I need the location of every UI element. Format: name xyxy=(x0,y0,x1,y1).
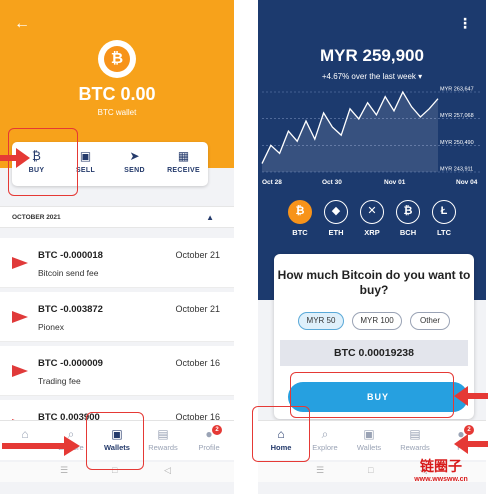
recent-apps-icon[interactable]: ☰ xyxy=(60,465,68,476)
send-arrow-icon xyxy=(12,257,28,269)
amount-option-myr-50[interactable]: MYR 50 xyxy=(298,312,344,330)
annotation-arrow-right xyxy=(2,436,82,456)
transaction-amount: BTC -0.000009 xyxy=(38,358,103,369)
portfolio-balance: MYR 259,900 xyxy=(320,46,424,65)
nav-rewards[interactable]: ▤ Rewards xyxy=(392,427,438,452)
price-chart: MYR 263,647 MYR 257,068 MYR 250,490 MYR 243… xyxy=(261,87,482,186)
btc-balance: BTC 0.00 xyxy=(78,84,156,104)
month-label: OCTOBER 2021 xyxy=(12,214,61,221)
coin-label: BCH xyxy=(399,228,417,237)
weekly-change[interactable]: +4.67% over the last week ▾ xyxy=(258,72,486,81)
coin-ltc[interactable]: Ł LTC xyxy=(427,200,461,237)
highlight-wallets-tab xyxy=(86,412,144,470)
transaction-date: October 16 xyxy=(175,358,220,368)
back-button-icon[interactable]: ◁ xyxy=(164,465,171,476)
profile-icon: ● xyxy=(205,427,213,441)
transaction-row[interactable]: BTC -0.000009 Trading fee October 16 xyxy=(0,346,234,396)
nav-label: Rewards xyxy=(400,443,430,452)
recent-apps-icon[interactable]: ☰ xyxy=(316,465,324,476)
receive-label: RECEIVE xyxy=(167,167,200,174)
coin-bch[interactable]: ₿ BCH xyxy=(391,200,425,237)
coin-label: LTC xyxy=(436,228,452,237)
send-label: SEND xyxy=(124,167,145,174)
ethereum-icon: ◆ xyxy=(324,200,348,224)
nav-label: Rewards xyxy=(148,443,178,452)
transaction-description: Trading fee xyxy=(38,376,81,386)
bitcoin-cash-icon: ₿ xyxy=(396,200,420,224)
highlight-home-tab xyxy=(252,406,310,462)
transaction-date: October 21 xyxy=(175,304,220,314)
buy-question: How much Bitcoin do you want to buy? xyxy=(277,268,471,297)
chart-y-tick-label: MYR 243,911 xyxy=(440,167,473,173)
coin-xrp[interactable]: ✕ XRP xyxy=(355,200,389,237)
litecoin-icon: Ł xyxy=(432,200,456,224)
chart-x-tick-label: Nov 04 xyxy=(456,179,478,186)
more-options-icon[interactable]: ⋮ xyxy=(458,16,472,30)
transaction-amount: BTC -0.003872 xyxy=(38,304,103,315)
site-watermark: 链圈子 www.wwsww.cn xyxy=(414,458,468,483)
send-arrow-icon xyxy=(12,365,28,377)
wallet-icon: ▣ xyxy=(363,427,375,441)
amount-option-myr-100[interactable]: MYR 100 xyxy=(352,312,402,330)
qr-code-icon: ▦ xyxy=(177,149,190,163)
coin-selector: ₿ BTC ◆ ETH ✕ XRP ₿ BCH Ł LTC xyxy=(258,200,486,242)
coin-label: BTC xyxy=(292,228,308,237)
nav-label: Profile xyxy=(198,443,220,452)
month-section-header[interactable]: OCTOBER 2021 ▲ xyxy=(0,206,234,228)
transaction-row[interactable]: BTC -0.003872 Pionex October 21 xyxy=(0,292,234,342)
receive-action-button[interactable]: ▦ RECEIVE xyxy=(159,148,208,174)
wallet-subtitle: BTC wallet xyxy=(97,108,137,117)
bitcoin-icon: ₿ xyxy=(288,200,312,224)
annotation-arrow-left xyxy=(454,386,488,406)
chart-x-tick-label: Nov 01 xyxy=(384,179,406,186)
coin-btc[interactable]: ₿ BTC xyxy=(283,200,317,237)
home-icon: ⌂ xyxy=(21,427,29,441)
home-button-icon[interactable]: □ xyxy=(368,465,373,475)
transaction-row[interactable]: BTC -0.000018 Bitcoin send fee October 2… xyxy=(0,238,234,288)
nav-profile[interactable]: ● 2 Profile xyxy=(186,425,232,452)
chevron-up-icon[interactable]: ▲ xyxy=(206,213,214,222)
nav-rewards[interactable]: ▤ Rewards xyxy=(140,427,186,452)
coin-label: XRP xyxy=(364,228,380,237)
rewards-icon: ▤ xyxy=(409,427,421,441)
nav-home[interactable]: ⌂ xyxy=(2,427,48,441)
annotation-arrow-right xyxy=(0,148,30,168)
coin-eth[interactable]: ◆ ETH xyxy=(319,200,353,237)
chart-x-tick-label: Oct 30 xyxy=(322,179,342,186)
nav-label: Wallets xyxy=(356,443,382,452)
transaction-amount: BTC -0.000018 xyxy=(38,250,103,261)
coin-label: ETH xyxy=(328,228,344,237)
annotation-arrow-left xyxy=(454,434,488,454)
btc-amount-display: BTC 0.00019238 xyxy=(280,340,468,366)
chart-y-tick-label: MYR 263,647 xyxy=(440,87,474,93)
chart-x-tick-label: Oct 28 xyxy=(262,179,282,186)
chart-y-tick-label: MYR 257,068 xyxy=(440,113,474,119)
notification-badge: 2 xyxy=(212,425,222,435)
send-icon: ➤ xyxy=(129,149,140,163)
rewards-icon: ▤ xyxy=(157,427,169,441)
send-action-button[interactable]: ➤ SEND xyxy=(110,148,159,174)
transaction-date: October 21 xyxy=(175,250,220,260)
amount-option-other[interactable]: Other xyxy=(410,312,450,330)
send-arrow-icon xyxy=(12,311,28,323)
back-arrow-icon[interactable]: ← xyxy=(14,16,30,32)
bitcoin-icon: ₿ xyxy=(98,40,136,78)
chart-y-tick-label: MYR 250,490 xyxy=(440,140,474,146)
highlight-buy-button xyxy=(290,372,454,418)
nav-wallets[interactable]: ▣ Wallets xyxy=(346,427,392,452)
transaction-description: Pionex xyxy=(38,322,64,332)
xrp-icon: ✕ xyxy=(360,200,384,224)
transaction-description: Bitcoin send fee xyxy=(38,268,99,278)
